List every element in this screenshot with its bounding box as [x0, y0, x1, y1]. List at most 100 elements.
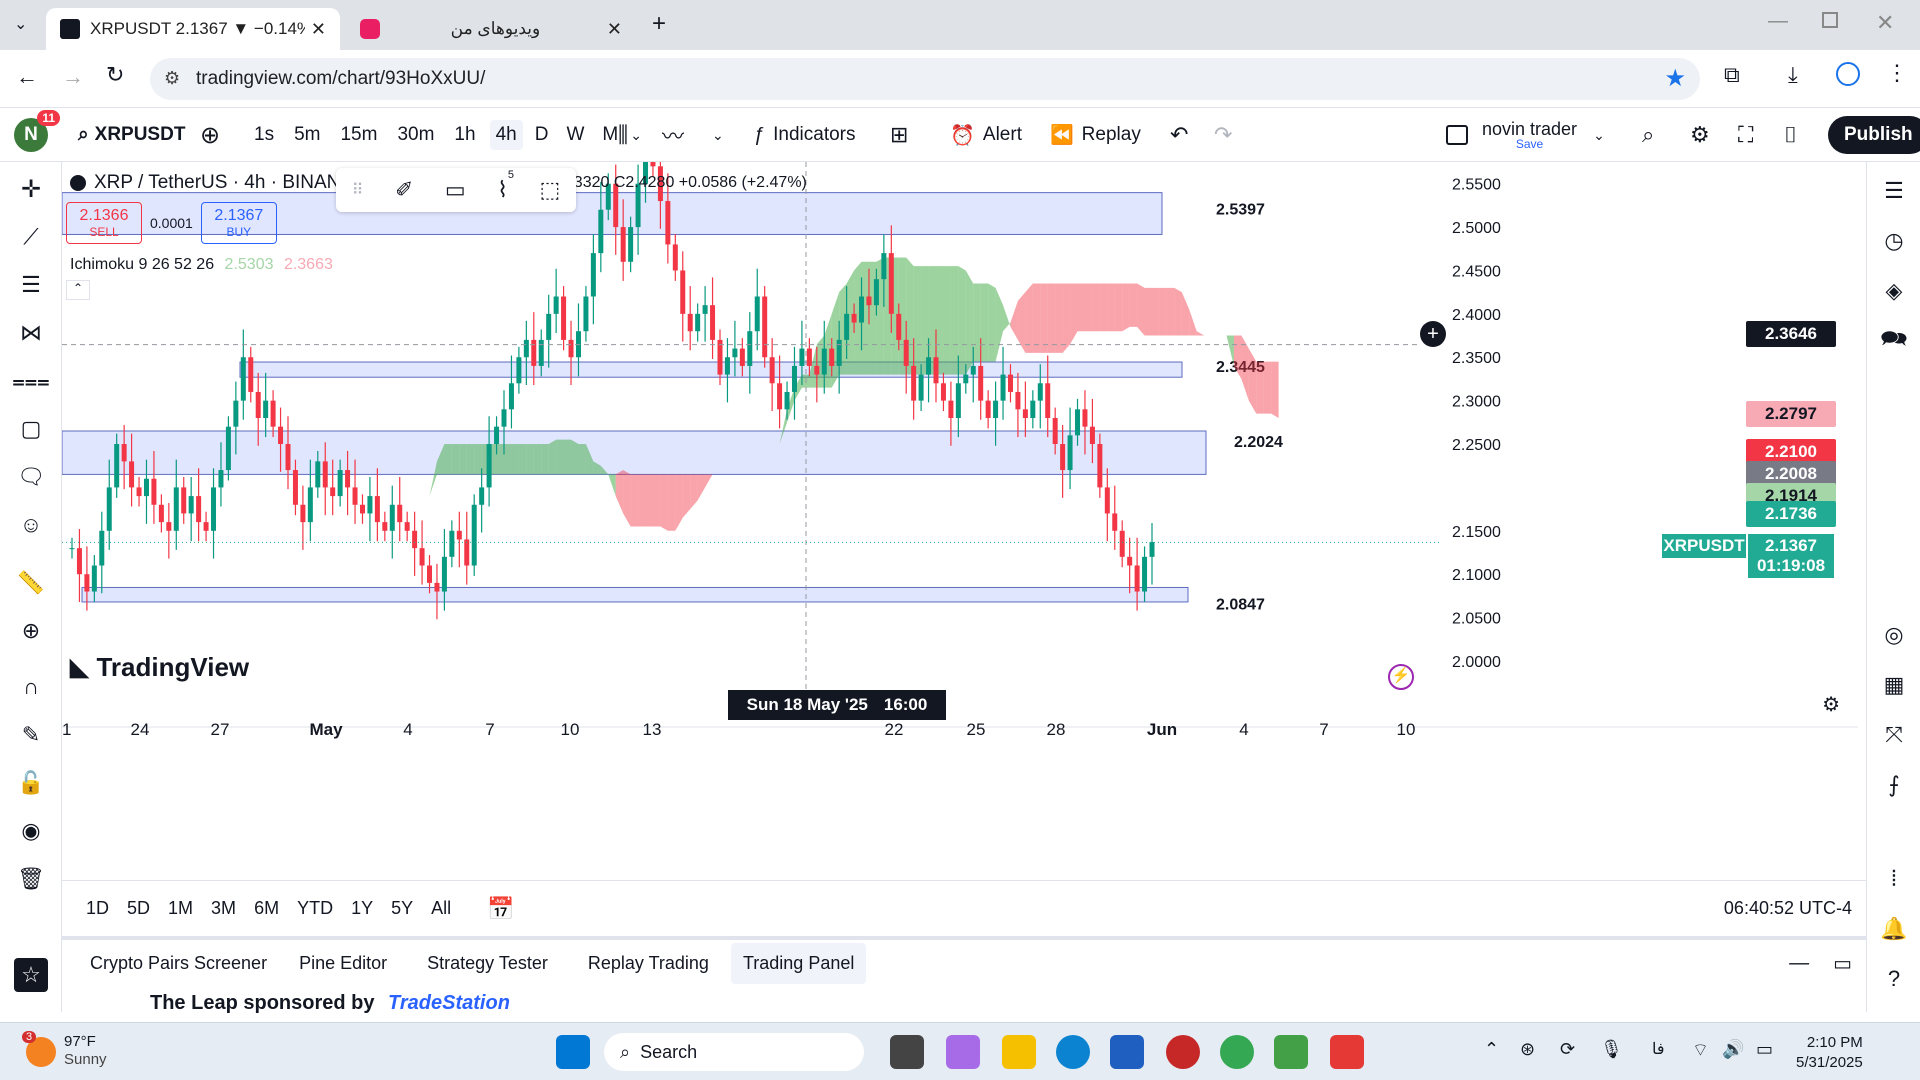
- interval-dropdown-chevron-icon[interactable]: ⌄: [630, 127, 642, 144]
- profile-icon[interactable]: [1836, 62, 1860, 86]
- interval-1h[interactable]: 1h: [448, 120, 481, 150]
- strategy-icon[interactable]: ⨍: [1877, 768, 1911, 802]
- stay-in-drawing-mode-icon[interactable]: ✎: [14, 718, 48, 752]
- pine-editor-icon[interactable]: ⤧: [1877, 718, 1911, 752]
- line-chart-type-icon[interactable]: 〰: [662, 108, 684, 162]
- app-red-icon[interactable]: [1330, 1035, 1364, 1069]
- quick-search-icon[interactable]: ⌕: [1642, 108, 1654, 162]
- tab-pine-editor[interactable]: Pine Editor: [299, 953, 387, 974]
- calendar-icon[interactable]: ▦: [1877, 668, 1911, 702]
- battery-icon[interactable]: ▭: [1756, 1039, 1773, 1060]
- bookmark-star-icon[interactable]: ★: [1664, 64, 1686, 93]
- save-label[interactable]: Save: [1516, 138, 1543, 150]
- forward-icon[interactable]: →: [62, 64, 84, 90]
- tab-list-chevron-icon[interactable]: ⌄: [14, 14, 27, 34]
- symbol-search[interactable]: ⌕ XRPUSDT: [78, 108, 185, 162]
- lock-drawings-icon[interactable]: 🔓: [14, 766, 48, 800]
- interval-30m[interactable]: 30m: [391, 120, 440, 150]
- maximize-icon[interactable]: [1822, 12, 1838, 28]
- object-tree-layers-icon[interactable]: ◈: [1877, 274, 1911, 308]
- tab-strategy-tester[interactable]: Strategy Tester: [427, 953, 548, 974]
- app-green-icon[interactable]: [1274, 1035, 1308, 1069]
- range-3m[interactable]: 3M: [211, 898, 236, 919]
- clock-timezone[interactable]: 06:40:52 UTC-4: [1724, 898, 1852, 919]
- range-5d[interactable]: 5D: [127, 898, 150, 919]
- minimize-icon[interactable]: —: [1768, 10, 1788, 33]
- new-tab-icon[interactable]: +: [652, 10, 666, 38]
- tab-crypto-pairs-screener[interactable]: Crypto Pairs Screener: [90, 953, 267, 974]
- weather-sun-icon[interactable]: 3: [22, 1031, 56, 1067]
- stream-signal-icon[interactable]: ⦙: [1877, 862, 1911, 896]
- rectangle-icon[interactable]: ▭: [445, 177, 466, 203]
- compare-symbol-icon[interactable]: ⊕: [200, 108, 220, 162]
- goto-date-calendar-icon[interactable]: 📅: [487, 896, 514, 922]
- range-5y[interactable]: 5Y: [391, 898, 413, 919]
- brush-icon[interactable]: ✐: [395, 177, 413, 203]
- magnet-icon[interactable]: ∩: [14, 670, 48, 704]
- tray-mic-icon[interactable]: 🎙: [1600, 1039, 1623, 1060]
- redo-icon[interactable]: ↷: [1214, 108, 1232, 162]
- tab-replay-trading[interactable]: Replay Trading: [588, 953, 709, 974]
- series-title[interactable]: XRP / TetherUS · 4h · BINANCE: [94, 172, 367, 194]
- minimize-panel-icon[interactable]: —: [1789, 952, 1809, 975]
- alert-button[interactable]: ⏰ Alert: [950, 108, 1022, 162]
- layout-chevron-icon[interactable]: ⌄: [1593, 127, 1605, 144]
- tray-chevron-icon[interactable]: ⌃: [1484, 1039, 1499, 1060]
- events-lightning-icon[interactable]: ⚡: [1388, 664, 1414, 690]
- chrome-icon[interactable]: [1220, 1035, 1254, 1069]
- wifi-icon[interactable]: ⌔: [1692, 1039, 1709, 1062]
- range-all[interactable]: All: [431, 898, 451, 919]
- zoom-in-icon[interactable]: ⊕: [14, 614, 48, 648]
- downloads-icon[interactable]: ⤓: [1788, 62, 1798, 88]
- add-alert-plus-icon[interactable]: +: [1420, 321, 1446, 347]
- drag-handle-icon[interactable]: ⠿: [352, 180, 364, 200]
- tray-sync-icon[interactable]: ⟳: [1560, 1039, 1575, 1060]
- buy-button[interactable]: 2.1367 BUY: [200, 202, 277, 244]
- reload-icon[interactable]: ↻: [106, 62, 124, 88]
- windows-start-icon[interactable]: [556, 1035, 590, 1069]
- extensions-icon[interactable]: ⧉: [1724, 62, 1740, 88]
- interval-d[interactable]: D: [529, 120, 555, 150]
- tab-tradingview[interactable]: XRPUSDT 2.1367 ▼ −0.14% no ✕: [46, 8, 340, 50]
- volume-icon[interactable]: 🔊: [1722, 1039, 1744, 1060]
- range-1y[interactable]: 1Y: [351, 898, 373, 919]
- remove-trash-icon[interactable]: 🗑: [14, 862, 48, 896]
- settings-gear-icon[interactable]: ⚙: [1690, 108, 1710, 162]
- alerts-clock-icon[interactable]: ◷: [1877, 224, 1911, 258]
- undo-icon[interactable]: ↶: [1170, 108, 1188, 162]
- path-tool-icon[interactable]: ⌇ 5: [497, 169, 514, 203]
- chart-type-chevron-icon[interactable]: ⌄: [712, 108, 724, 162]
- favorites-star-icon[interactable]: ☆: [14, 958, 48, 992]
- chart-settings-icon[interactable]: ⚙: [1822, 692, 1840, 717]
- app-p-icon[interactable]: [1166, 1035, 1200, 1069]
- annotation-text-icon[interactable]: 🗨: [14, 460, 48, 494]
- callout-icon[interactable]: ⬚: [539, 177, 560, 203]
- interval-1s[interactable]: 1s: [248, 120, 280, 150]
- replay-button[interactable]: ⏪ Replay: [1050, 108, 1141, 162]
- maximize-panel-icon[interactable]: ▭: [1833, 951, 1852, 976]
- store-icon[interactable]: [1110, 1035, 1144, 1069]
- sell-button[interactable]: 2.1366 SELL: [66, 202, 142, 244]
- window-close-icon[interactable]: ✕: [1876, 10, 1894, 36]
- interval-w[interactable]: W: [560, 120, 590, 150]
- publish-button[interactable]: Publish: [1828, 116, 1920, 154]
- geometric-shapes-icon[interactable]: ▢: [14, 412, 48, 446]
- collapse-legend-chevron-icon[interactable]: ⌃: [66, 280, 90, 300]
- interval-4h[interactable]: 4h: [489, 120, 523, 150]
- close-tab-icon[interactable]: ✕: [607, 19, 622, 40]
- site-info-icon[interactable]: ⚙: [164, 68, 180, 89]
- avatar[interactable]: N 11: [14, 110, 60, 152]
- weather-widget[interactable]: 97°F Sunny: [64, 1033, 107, 1069]
- menu-kebab-icon[interactable]: ⋮: [1886, 60, 1908, 86]
- watchlist-icon[interactable]: ☰: [1877, 174, 1911, 208]
- hide-drawings-eye-icon[interactable]: ◉: [14, 814, 48, 848]
- prediction-tool-icon[interactable]: ⩶: [12, 364, 50, 398]
- task-view-icon[interactable]: [890, 1035, 924, 1069]
- chat-icon[interactable]: 🗪: [1877, 324, 1911, 358]
- edge-browser-icon[interactable]: [1056, 1035, 1090, 1069]
- tab-trading-panel[interactable]: Trading Panel: [730, 942, 867, 984]
- sponsor-banner[interactable]: The Leap sponsored by TradeStation: [150, 992, 510, 1015]
- pattern-tool-icon[interactable]: ⋈: [14, 316, 48, 350]
- input-language[interactable]: فا: [1652, 1039, 1665, 1059]
- indicators-button[interactable]: ƒ Indicators: [754, 108, 856, 162]
